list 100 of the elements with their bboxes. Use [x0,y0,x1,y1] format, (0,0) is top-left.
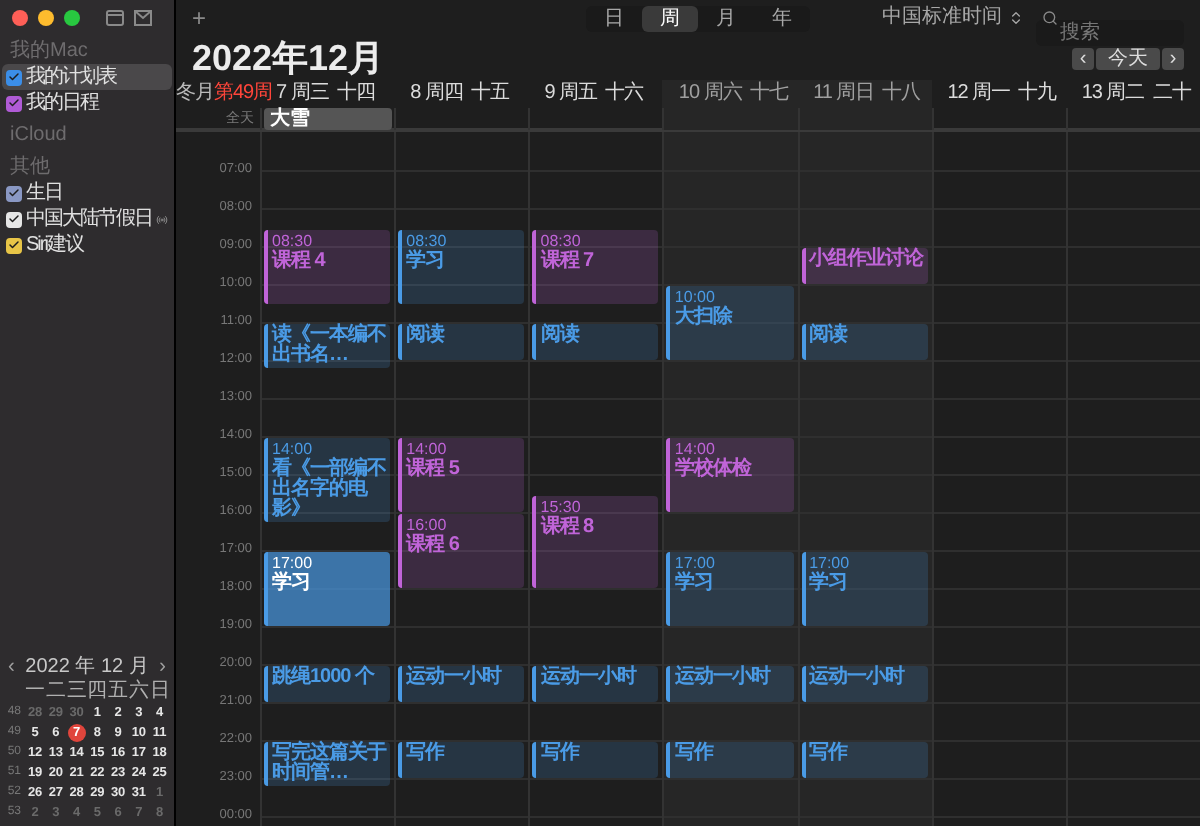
calendar-event[interactable]: 小组作业讨论 [801,248,928,284]
calendar-event[interactable]: 10:00 大扫除 [666,286,794,360]
today-button[interactable]: 今天 [1096,47,1160,69]
day-date: 9 周五 [544,82,598,106]
event-title: 写作 [809,744,848,764]
calendar-list-item[interactable]: 我的日程 [2,90,172,116]
next-month-button[interactable]: › [159,658,166,678]
event-time: 10:00 [674,288,715,306]
event-title: 运动一小时 [406,668,502,688]
day-date: 12 周一 [947,82,1011,106]
weekday-label: 二 [45,680,67,702]
event-title: 读《一本编不出书名… [272,326,387,366]
zoom-window-button[interactable] [64,10,80,26]
calendar-event[interactable]: 08:30 课程 7 [532,229,659,303]
add-event-button[interactable]: + [192,6,207,30]
section-heading: 我的Mac [8,38,90,64]
calendar-event[interactable]: 17:00 学习 [801,552,928,626]
day-date: 10 周六 [678,82,742,106]
calendar-name: 我的日程 [26,91,98,115]
event-title: 运动一小时 [674,668,770,688]
event-time: 14:00 [272,440,315,458]
calendar-event[interactable]: 运动一小时 [532,666,659,702]
event-time: 08:30 [406,231,447,249]
event-title: 学习 [406,251,445,271]
event-time: 14:00 [674,440,715,458]
weekday-label: 六 [128,680,149,702]
close-window-button[interactable] [12,10,28,26]
calendar-checkbox[interactable] [6,69,22,85]
calendar-checkbox[interactable] [6,237,22,253]
event-time: 16:00 [406,516,449,534]
calendar-event[interactable]: 写作 [398,742,525,778]
day-date: 8 周四 [410,82,463,106]
lunar-date: 十七 [749,82,788,106]
event-title: 阅读 [406,326,445,346]
calendar-event[interactable]: 跳绳1000 个 [264,666,391,702]
calendar-name: Siri建议 [26,233,83,257]
view-tab[interactable]: 日 [586,5,642,31]
day-date: 11 周日 [813,82,875,106]
chevrons-icon [1008,10,1024,26]
event-title: 大扫除 [674,308,732,328]
calendar-event[interactable]: 阅读 [801,324,928,360]
event-title: 学校体检 [674,460,751,480]
calendar-event[interactable]: 17:00 学习 [264,552,391,626]
calendar-event[interactable]: 14:00 课程 5 [398,438,525,512]
calendar-list-item[interactable]: 中国大陆节假日 [2,206,172,232]
calendar-name: 中国大陆节假日 [26,207,152,231]
weekday-label: 日 [149,680,170,702]
calendar-list-item[interactable]: 我的计划表 [2,64,172,90]
section-heading: 其他 [8,154,52,180]
calendar-event[interactable]: 写作 [666,742,794,778]
view-tab[interactable]: 月 [698,5,754,31]
calendar-checkbox[interactable] [6,95,22,111]
week-number-label: 第49周 [214,82,273,106]
calendar-event[interactable]: 08:30 课程 4 [264,229,391,303]
calendar-event[interactable]: 08:30 学习 [398,229,525,303]
view-tab[interactable]: 周 [642,5,698,31]
event-time: 15:30 [540,497,583,515]
calendar-event[interactable]: 写完这篇关于时间管… [264,742,391,786]
calendar-name: 生日 [26,181,62,205]
weekday-label: 四 [87,680,108,702]
calendar-event[interactable]: 写作 [532,742,659,778]
calendar-event[interactable]: 14:00 学校体检 [666,438,794,512]
all-day-event[interactable]: 大雪 [264,108,393,130]
mini-calendar-title: 2022 年 12 月 [25,658,149,678]
event-title: 课程 4 [272,251,325,271]
sidebar-calendar-icon[interactable] [106,10,124,26]
view-tab[interactable]: 年 [754,5,810,31]
event-title: 阅读 [809,326,848,346]
event-title: 课程 6 [406,536,459,556]
minimize-window-button[interactable] [38,10,54,26]
event-time: 08:30 [272,231,315,249]
calendar-event[interactable]: 16:00 课程 6 [398,514,525,588]
calendar-event[interactable]: 运动一小时 [398,666,525,702]
lunar-date: 十四 [336,82,375,106]
calendar-event[interactable]: 写作 [801,742,928,778]
calendar-list-item[interactable]: Siri建议 [2,232,172,258]
previous-month-button[interactable]: ‹ [8,658,15,678]
calendar-event[interactable]: 阅读 [532,324,659,360]
calendar-list-item[interactable]: 生日 [2,180,172,206]
calendar-event[interactable]: 14:00 看《一部编不出名字的电影》 [264,438,391,522]
broadcast-icon [156,213,168,225]
calendar-event[interactable]: 读《一本编不出书名… [264,324,391,368]
previous-week-button[interactable]: ‹ [1072,47,1094,69]
calendar-event[interactable]: 运动一小时 [801,666,928,702]
calendar-checkbox[interactable] [6,185,22,201]
section-heading: iCloud [8,122,69,148]
calendar-event[interactable]: 15:30 课程 8 [532,495,659,588]
calendar-event[interactable]: 17:00 学习 [666,552,794,626]
timezone-selector[interactable]: 中国标准时间 [882,6,1024,30]
inbox-icon[interactable] [134,10,152,26]
event-title: 学习 [809,574,850,594]
search-field[interactable]: 搜索 [1036,19,1184,45]
next-week-button[interactable]: › [1162,47,1184,69]
calendar-event[interactable]: 运动一小时 [666,666,794,702]
month-title: 2022年12月 [192,38,385,78]
event-title: 写完这篇关于时间管… [272,744,387,784]
lunar-date: 十六 [605,82,644,106]
calendar-event[interactable]: 阅读 [398,324,525,360]
event-title: 看《一部编不出名字的电影》 [272,460,387,520]
search-icon [1042,10,1058,26]
